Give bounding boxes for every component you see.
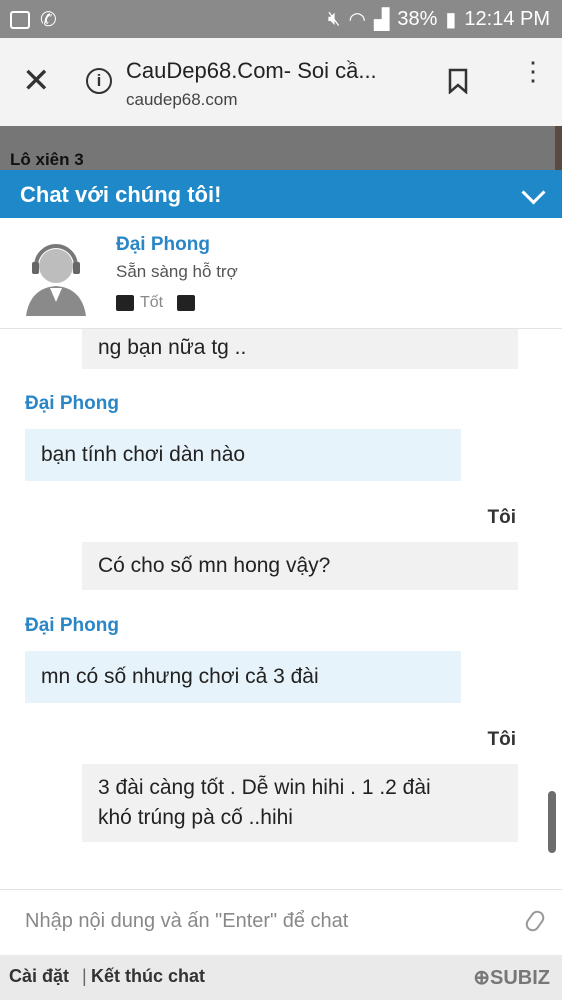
message-list[interactable]: ng bạn nữa tg .. Đại Phong bạn tính chơi… <box>0 329 562 889</box>
agent-name: Đại Phong <box>116 234 210 255</box>
message-line: Có cho số mn hong vậy? <box>98 554 331 577</box>
message-bubble: ng bạn nữa tg .. <box>82 329 518 369</box>
status-bar: ✆ 🔇︎ ◠ ▟ 38% ▮ 12:14 PM <box>0 0 562 38</box>
missed-call-icon: ✆ <box>40 9 57 31</box>
rate-good-label: Tốt <box>140 294 164 311</box>
agent-panel: Đại Phong Sẵn sàng hỗ trợ Tốt <box>0 218 562 329</box>
page-background: Lô xiên 3 <box>0 126 562 170</box>
page-title: CauDep68.Com- Soi cầ... <box>126 58 377 83</box>
message-line: khó trúng pà cố ..hihi <box>98 806 293 829</box>
battery-icon: ▮ <box>445 9 457 31</box>
footer-separator: | <box>82 966 87 986</box>
message-line: 3 đài càng tốt . Dễ win hihi . 1 .2 đài <box>98 776 431 799</box>
message-line: ng bạn nữa tg .. <box>98 336 247 359</box>
chat-header[interactable]: Chat với chúng tôi! <box>0 170 562 218</box>
message-bubble: mn có số nhưng chơi cả 3 đài <box>25 651 461 703</box>
chat-input-area[interactable]: Nhập nội dung và ấn "Enter" để chat <box>0 889 562 956</box>
wifi-icon: ◠ <box>348 9 366 31</box>
thumbs-down-icon[interactable] <box>177 295 196 311</box>
message-line: mn có số nhưng chơi cả 3 đài <box>41 665 319 688</box>
battery-percent: 38% <box>397 8 438 30</box>
message-input[interactable]: Nhập nội dung và ấn "Enter" để chat <box>25 910 348 933</box>
chevron-down-icon[interactable] <box>521 180 546 205</box>
browser-toolbar: ✕ i CauDep68.Com- Soi cầ... caudep68.com… <box>0 38 562 127</box>
message-bubble: bạn tính chơi dàn nào <box>25 429 461 481</box>
scrollbar-thumb[interactable] <box>548 791 556 853</box>
rating: Tốt <box>116 294 196 312</box>
close-icon[interactable]: ✕ <box>22 64 51 98</box>
page-heading: Lô xiên 3 <box>10 150 84 169</box>
subiz-logo[interactable]: ⊕SUBIZ <box>473 965 550 990</box>
more-menu-icon[interactable]: ⋮ <box>520 58 546 84</box>
bookmark-icon[interactable] <box>448 68 468 94</box>
settings-link[interactable]: Cài đặt <box>9 966 69 987</box>
image-notification-icon <box>10 10 30 29</box>
message-sender: Đại Phong <box>25 393 119 414</box>
info-icon[interactable]: i <box>86 68 112 94</box>
clock: 12:14 PM <box>464 8 550 30</box>
message-sender: Đại Phong <box>25 615 119 636</box>
attachment-icon[interactable] <box>522 907 548 935</box>
end-chat-link[interactable]: Kết thúc chat <box>91 966 205 987</box>
message-bubble: 3 đài càng tốt . Dễ win hihi . 1 .2 đài … <box>82 764 518 842</box>
message-sender: Tôi <box>487 507 517 528</box>
message-sender: Tôi <box>487 729 517 750</box>
signal-icon: ▟ <box>373 9 390 31</box>
chat-header-title: Chat với chúng tôi! <box>20 182 222 207</box>
message-line: bạn tính chơi dàn nào <box>41 443 246 466</box>
mute-icon: 🔇︎ <box>327 8 341 30</box>
agent-avatar <box>26 244 86 316</box>
agent-status: Sẵn sàng hỗ trợ <box>116 262 238 281</box>
thumbs-up-icon[interactable] <box>116 295 134 311</box>
message-bubble: Có cho số mn hong vậy? <box>82 542 518 590</box>
chat-footer: Cài đặt | Kết thúc chat ⊕SUBIZ <box>0 955 562 1000</box>
page-url[interactable]: caudep68.com <box>126 90 238 110</box>
